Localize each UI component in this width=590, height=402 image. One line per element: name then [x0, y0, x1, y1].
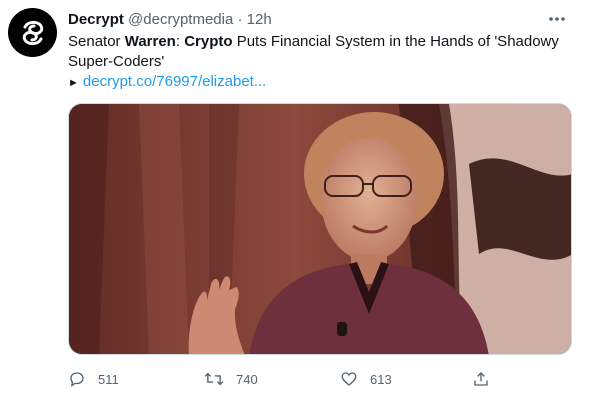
- like-button[interactable]: 613: [340, 370, 392, 388]
- timestamp[interactable]: 12h: [247, 11, 272, 28]
- share-icon: [474, 372, 488, 386]
- tweet-text: Senator Warren: Crypto Puts Financial Sy…: [68, 32, 568, 72]
- article-link[interactable]: decrypt.co/76997/elizabet...: [83, 73, 266, 90]
- more-horizontal-icon: [549, 17, 565, 21]
- share-button[interactable]: [472, 370, 490, 388]
- decrypt-logo-icon: [22, 20, 43, 45]
- retweet-button[interactable]: 740: [204, 370, 258, 388]
- hashtag-crypto: Crypto: [184, 33, 233, 50]
- more-options-button[interactable]: [542, 8, 572, 30]
- like-count: 613: [370, 371, 392, 387]
- tweet-card[interactable]: Decrypt @decryptmedia · 12h Senator Warr…: [0, 0, 590, 402]
- tweet-link-line: ► decrypt.co/76997/elizabet...: [68, 72, 266, 93]
- display-name[interactable]: Decrypt: [68, 11, 124, 28]
- tweet-header: Decrypt @decryptmedia · 12h: [68, 10, 272, 30]
- heart-icon: [341, 372, 357, 386]
- reply-count: 511: [98, 371, 119, 387]
- reply-button[interactable]: 511: [68, 370, 119, 388]
- avatar[interactable]: [8, 8, 57, 57]
- retweet-count: 740: [236, 371, 258, 387]
- text-part: Senator: [68, 33, 125, 50]
- text-part: :: [175, 33, 185, 50]
- user-handle[interactable]: @decryptmedia: [128, 11, 233, 28]
- tweet-photo[interactable]: [68, 103, 572, 355]
- photo-image: [69, 104, 571, 354]
- reply-icon: [70, 372, 84, 387]
- hashtag-warren: Warren: [124, 33, 176, 50]
- tweet-actions: 511 740 613: [68, 368, 498, 390]
- separator-dot: ·: [237, 11, 243, 28]
- retweet-icon: [204, 372, 224, 386]
- pointer-arrow-icon: ►: [68, 77, 79, 89]
